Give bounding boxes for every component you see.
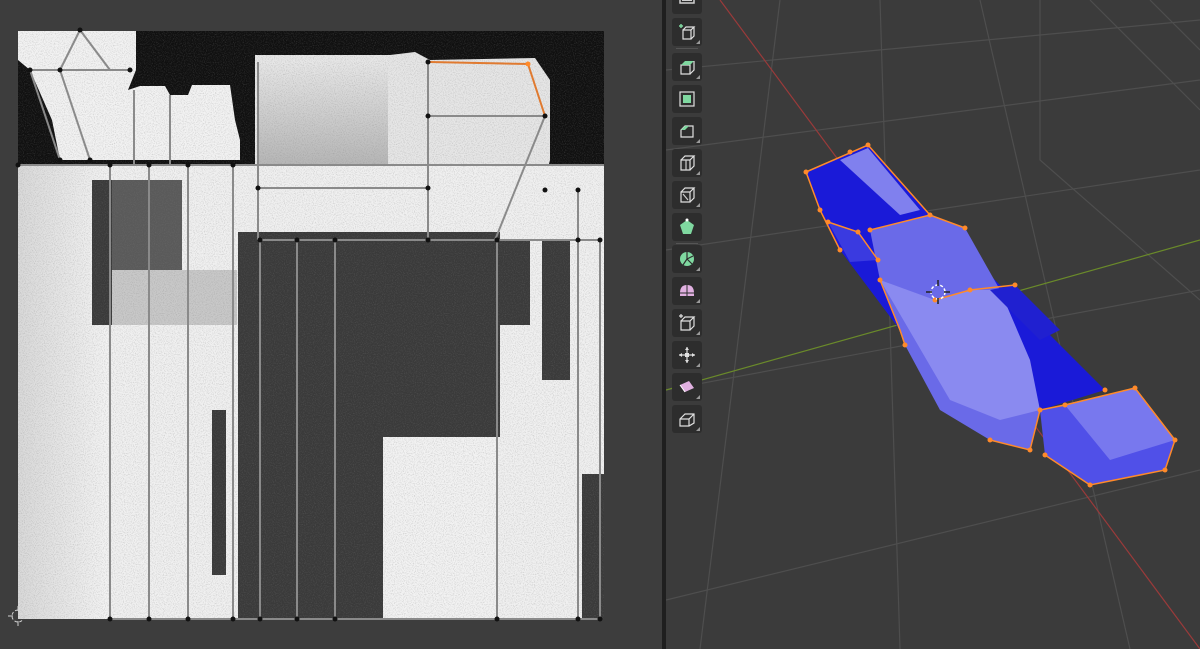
spin-icon xyxy=(680,252,694,266)
tool-options-marker xyxy=(696,395,700,399)
tool-rip-region[interactable] xyxy=(672,405,702,433)
uv-noise-overlay xyxy=(18,31,604,619)
tool-smooth[interactable] xyxy=(672,277,702,305)
shear-icon xyxy=(679,381,694,393)
select-box-icon xyxy=(679,0,695,4)
tool-options-marker xyxy=(696,331,700,335)
tool-options-marker xyxy=(696,75,700,79)
tool-shrink-fatten[interactable] xyxy=(672,341,702,369)
loop-cut-icon xyxy=(680,155,696,171)
tool-options-marker xyxy=(696,299,700,303)
tool-select-box[interactable] xyxy=(672,0,702,14)
tool-options-marker xyxy=(696,40,700,44)
tool-options-marker xyxy=(696,139,700,143)
tool-shelf xyxy=(670,0,706,433)
inset-faces-icon xyxy=(679,91,695,107)
tool-inset-faces[interactable] xyxy=(672,85,702,113)
tool-add-cube[interactable] xyxy=(672,18,702,46)
viewport-canvas[interactable] xyxy=(666,0,1200,649)
tool-poly-build[interactable] xyxy=(672,213,702,241)
tool-spin[interactable] xyxy=(672,245,702,273)
tool-shear[interactable] xyxy=(672,373,702,401)
tool-options-marker xyxy=(696,427,700,431)
toolbar-separator xyxy=(676,48,698,49)
3d-viewport[interactable] xyxy=(666,0,1200,649)
poly-build-icon xyxy=(680,218,694,234)
tool-bevel[interactable] xyxy=(672,117,702,145)
bevel-icon xyxy=(680,125,694,138)
tool-options-marker xyxy=(696,203,700,207)
tool-edge-slide[interactable] xyxy=(672,309,702,337)
add-cube-icon xyxy=(679,24,696,40)
tool-options-marker xyxy=(696,363,700,367)
tool-loop-cut[interactable] xyxy=(672,149,702,177)
uv-canvas[interactable] xyxy=(0,0,662,649)
tool-options-marker xyxy=(696,171,700,175)
toolbar-separator xyxy=(676,243,698,244)
uv-editor[interactable] xyxy=(0,0,662,649)
tool-extrude-region[interactable] xyxy=(672,53,702,81)
shrink-fatten-icon xyxy=(679,347,695,363)
rip-region-icon xyxy=(679,413,695,427)
smooth-icon xyxy=(680,285,694,296)
mesh-object[interactable] xyxy=(806,145,1175,485)
edge-slide-icon xyxy=(679,314,696,331)
uv-selected-vertices xyxy=(525,61,531,67)
extrude-region-icon xyxy=(680,61,695,75)
tool-knife[interactable] xyxy=(672,181,702,209)
knife-icon xyxy=(680,187,696,203)
tool-options-marker xyxy=(696,267,700,271)
